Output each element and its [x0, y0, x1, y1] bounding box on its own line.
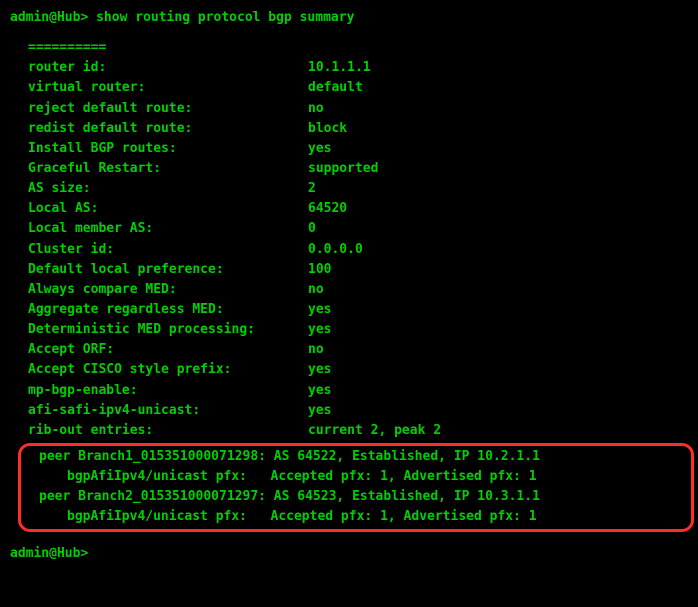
peer-subline: bgpAfiIpv4/unicast pfx: Accepted pfx: 1,…	[29, 467, 687, 487]
row-value: yes	[308, 360, 331, 380]
summary-rows: router id:10.1.1.1virtual router:default…	[28, 58, 688, 441]
row-value: 0	[308, 219, 316, 239]
summary-row: router id:10.1.1.1	[28, 58, 688, 78]
row-label: mp-bgp-enable:	[28, 381, 308, 401]
row-label: Cluster id:	[28, 240, 308, 260]
row-label: redist default route:	[28, 119, 308, 139]
peer-highlight-box: peer Branch1_015351000071298: AS 64522, …	[18, 443, 694, 532]
row-value: default	[308, 78, 363, 98]
row-label: AS size:	[28, 179, 308, 199]
row-value: block	[308, 119, 347, 139]
row-label: afi-safi-ipv4-unicast:	[28, 401, 308, 421]
row-label: virtual router:	[28, 78, 308, 98]
row-value: yes	[308, 381, 331, 401]
summary-row: AS size:2	[28, 179, 688, 199]
row-value: supported	[308, 159, 378, 179]
summary-row: Aggregate regardless MED:yes	[28, 300, 688, 320]
row-value: 64520	[308, 199, 347, 219]
row-label: router id:	[28, 58, 308, 78]
summary-row: Accept CISCO style prefix:yes	[28, 360, 688, 380]
peer-line: peer Branch1_015351000071298: AS 64522, …	[29, 447, 687, 467]
row-value: no	[308, 340, 324, 360]
row-label: Accept ORF:	[28, 340, 308, 360]
summary-row: reject default route:no	[28, 99, 688, 119]
row-label: Deterministic MED processing:	[28, 320, 308, 340]
summary-row: Always compare MED:no	[28, 280, 688, 300]
row-value: yes	[308, 300, 331, 320]
summary-row: mp-bgp-enable:yes	[28, 381, 688, 401]
row-value: yes	[308, 401, 331, 421]
summary-row: Accept ORF:no	[28, 340, 688, 360]
row-label: Local member AS:	[28, 219, 308, 239]
row-label: Always compare MED:	[28, 280, 308, 300]
peer-line: peer Branch2_015351000071297: AS 64523, …	[29, 487, 687, 507]
row-label: Install BGP routes:	[28, 139, 308, 159]
command-text: show routing protocol bgp summary	[96, 10, 354, 25]
summary-row: Deterministic MED processing:yes	[28, 320, 688, 340]
row-label: rib-out entries:	[28, 421, 308, 441]
row-value: 10.1.1.1	[308, 58, 371, 78]
prompt-line-top[interactable]: admin@Hub> show routing protocol bgp sum…	[10, 8, 688, 28]
summary-row: redist default route:block	[28, 119, 688, 139]
row-value: yes	[308, 139, 331, 159]
peer-subline: bgpAfiIpv4/unicast pfx: Accepted pfx: 1,…	[29, 507, 687, 527]
row-value: 0.0.0.0	[308, 240, 363, 260]
row-value: yes	[308, 320, 331, 340]
summary-row: Local member AS:0	[28, 219, 688, 239]
shell-prompt-bottom: admin@Hub>	[10, 546, 88, 561]
summary-row: Cluster id:0.0.0.0	[28, 240, 688, 260]
summary-row: Default local preference:100	[28, 260, 688, 280]
prompt-line-bottom[interactable]: admin@Hub>	[10, 544, 688, 564]
row-value: 100	[308, 260, 331, 280]
summary-row: Install BGP routes:yes	[28, 139, 688, 159]
row-value: no	[308, 280, 324, 300]
spacer	[10, 534, 688, 544]
row-label: Default local preference:	[28, 260, 308, 280]
row-value: 2	[308, 179, 316, 199]
summary-row: rib-out entries:current 2, peak 2	[28, 421, 688, 441]
command-output: ========== router id:10.1.1.1virtual rou…	[10, 38, 688, 531]
shell-prompt: admin@Hub>	[10, 10, 88, 25]
row-label: Aggregate regardless MED:	[28, 300, 308, 320]
row-value: current 2, peak 2	[308, 421, 441, 441]
summary-row: afi-safi-ipv4-unicast:yes	[28, 401, 688, 421]
summary-row: Graceful Restart:supported	[28, 159, 688, 179]
row-label: reject default route:	[28, 99, 308, 119]
summary-row: Local AS:64520	[28, 199, 688, 219]
divider-line: ==========	[28, 38, 688, 58]
row-label: Local AS:	[28, 199, 308, 219]
summary-row: virtual router:default	[28, 78, 688, 98]
row-label: Accept CISCO style prefix:	[28, 360, 308, 380]
row-label: Graceful Restart:	[28, 159, 308, 179]
row-value: no	[308, 99, 324, 119]
